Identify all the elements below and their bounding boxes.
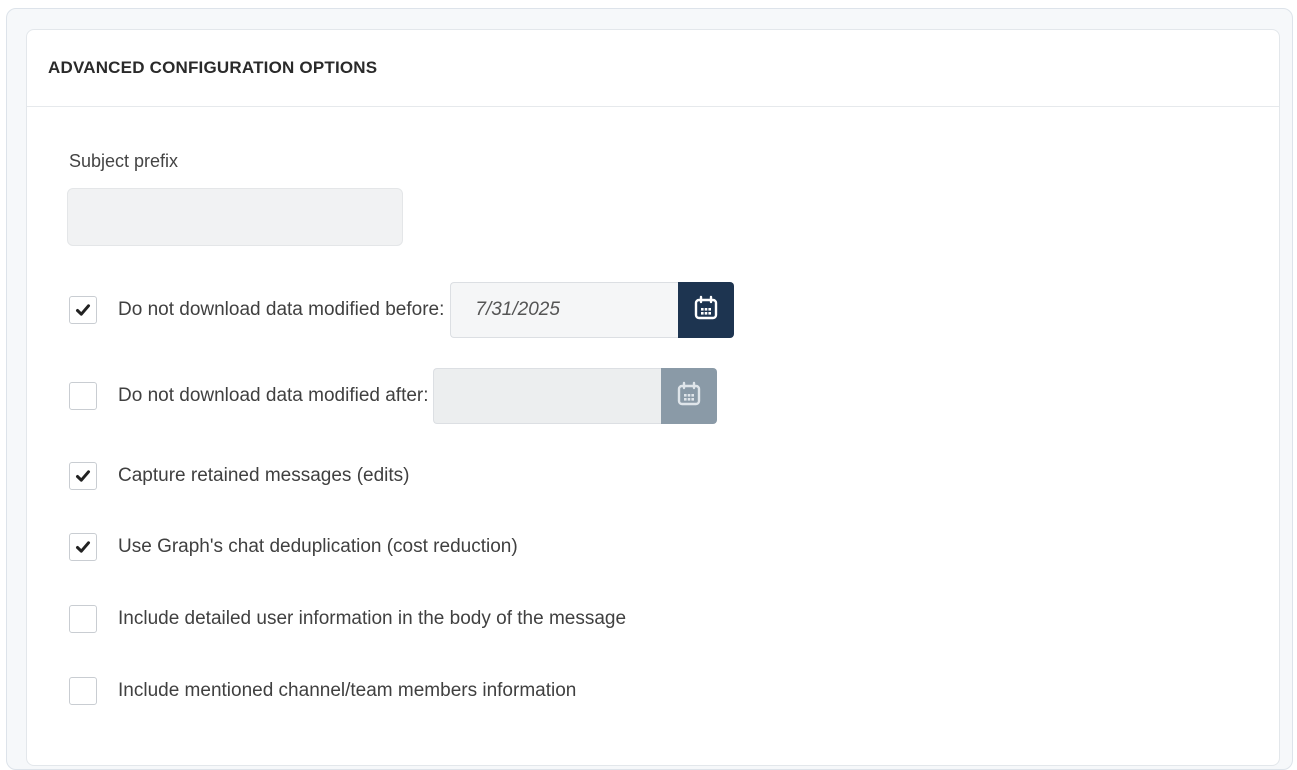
calendar-icon (675, 380, 703, 413)
checkbox-capture-retained[interactable] (69, 462, 97, 490)
option-detailed-user-info: Include detailed user information in the… (69, 604, 626, 634)
modified-after-label: Do not download data modified after: (118, 385, 429, 406)
date-input-after[interactable] (432, 368, 661, 424)
detailed-user-info-label: Include detailed user information in the… (118, 608, 627, 629)
panel-header: ADVANCED CONFIGURATION OPTIONS (27, 30, 1279, 107)
calendar-button-before[interactable] (678, 282, 735, 338)
graph-dedup-label: Use Graph's chat deduplication (cost red… (118, 536, 518, 557)
advanced-config-panel: ADVANCED CONFIGURATION OPTIONS Subject p… (26, 29, 1280, 766)
checkbox-graph-dedup[interactable] (69, 533, 97, 561)
check-icon (76, 304, 90, 316)
check-icon (76, 470, 90, 482)
checkbox-mentioned-members[interactable] (69, 677, 97, 705)
calendar-button-after[interactable] (660, 368, 717, 424)
option-graph-dedup: Use Graph's chat deduplication (cost red… (69, 532, 518, 562)
checkbox-detailed-user-info[interactable] (69, 605, 97, 633)
panel-title: ADVANCED CONFIGURATION OPTIONS (48, 58, 378, 77)
option-modified-before: Do not download data modified before: 7/… (69, 282, 735, 338)
checkbox-modified-after[interactable] (69, 382, 97, 410)
date-value-before: 7/31/2025 (475, 299, 560, 320)
date-input-before[interactable]: 7/31/2025 (450, 282, 679, 338)
date-picker-after (432, 368, 717, 424)
checkbox-modified-before[interactable] (69, 296, 97, 324)
option-modified-after: Do not download data modified after: (69, 368, 717, 424)
option-capture-retained: Capture retained messages (edits) (69, 461, 409, 491)
capture-retained-label: Capture retained messages (edits) (118, 465, 410, 486)
date-picker-before: 7/31/2025 (450, 282, 735, 338)
modified-before-label: Do not download data modified before: (118, 299, 445, 320)
option-mentioned-members: Include mentioned channel/team members i… (69, 676, 576, 706)
outer-frame: ADVANCED CONFIGURATION OPTIONS Subject p… (6, 8, 1293, 770)
mentioned-members-label: Include mentioned channel/team members i… (118, 680, 577, 701)
calendar-icon (692, 294, 720, 327)
check-icon (76, 541, 90, 553)
subject-prefix-input[interactable] (67, 188, 403, 246)
subject-prefix-label: Subject prefix (69, 151, 179, 171)
